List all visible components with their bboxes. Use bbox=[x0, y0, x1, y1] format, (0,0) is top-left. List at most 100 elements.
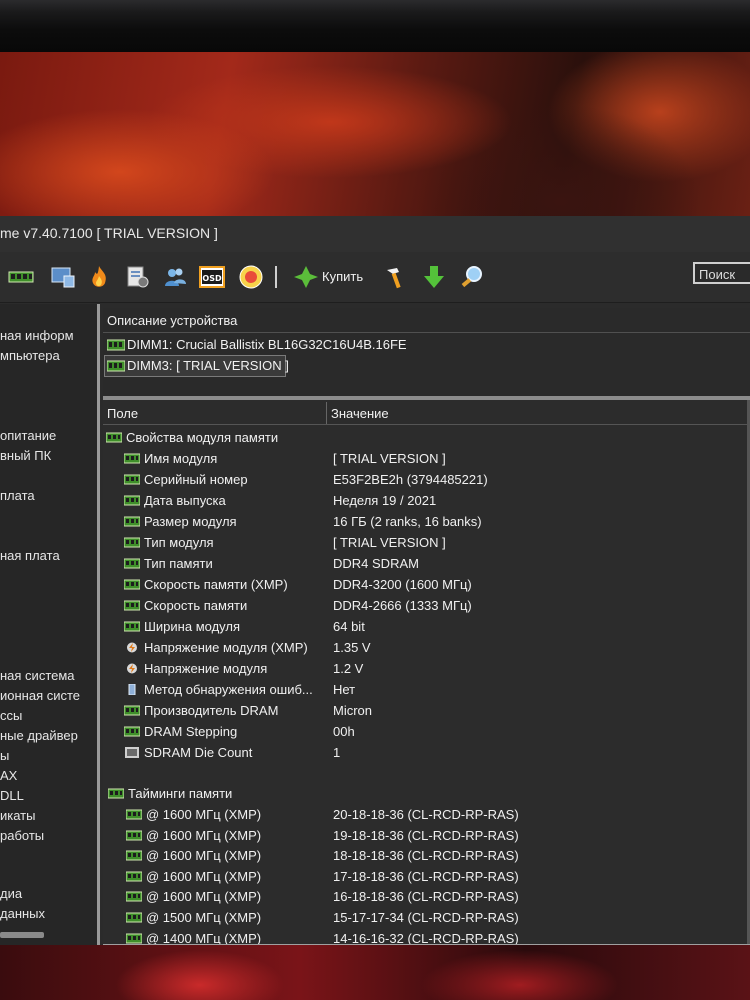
field-value: DDR4 SDRAM bbox=[333, 556, 419, 571]
nav-item[interactable]: ы bbox=[0, 748, 9, 763]
nav-item[interactable]: вный ПК bbox=[0, 448, 51, 463]
field-name: @ 1600 МГц (XMP) bbox=[146, 889, 262, 904]
table-row[interactable]: @ 1600 МГц (XMP) 17-18-18-36 (CL-RCD-RP-R… bbox=[126, 867, 745, 887]
memory-icon bbox=[126, 871, 142, 882]
field-value: DDR4-3200 (1600 МГц) bbox=[333, 577, 472, 592]
nav-item[interactable]: данных bbox=[0, 906, 45, 921]
search-icon[interactable] bbox=[459, 264, 485, 290]
voltage-icon bbox=[127, 663, 137, 674]
table-row[interactable]: Метод обнаружения ошиб... Нет bbox=[124, 680, 745, 700]
table-row[interactable]: DRAM Stepping 00h bbox=[124, 722, 745, 742]
field-name: DRAM Stepping bbox=[144, 724, 238, 739]
table-row[interactable]: Скорость памяти DDR4-2666 (1333 МГц) bbox=[124, 596, 745, 616]
field-value: 1.35 V bbox=[333, 640, 371, 655]
table-row[interactable]: @ 1500 МГц (XMP) 15-17-17-34 (CL-RCD-RP-R… bbox=[126, 908, 745, 928]
field-value: 17-18-18-36 (CL-RCD-RP-RAS) bbox=[333, 869, 519, 884]
field-name: Скорость памяти bbox=[144, 598, 248, 613]
download-icon[interactable] bbox=[421, 264, 447, 290]
osd-icon[interactable]: OSD bbox=[199, 264, 225, 290]
field-name: @ 1600 МГц (XMP) bbox=[146, 807, 262, 822]
nav-item[interactable]: икаты bbox=[0, 808, 35, 823]
column-header-field[interactable]: Поле bbox=[107, 406, 138, 421]
memory-icon[interactable] bbox=[8, 264, 34, 290]
field-value: 19-18-18-36 (CL-RCD-RP-RAS) bbox=[333, 828, 519, 843]
table-row[interactable]: Серийный номер E53F2BE2h (3794485221) bbox=[124, 470, 745, 490]
field-value: 15-17-17-34 (CL-RCD-RP-RAS) bbox=[333, 910, 519, 925]
table-row[interactable]: Тип памяти DDR4 SDRAM bbox=[124, 554, 745, 574]
desktop-wallpaper bbox=[0, 52, 750, 220]
field-value: 16-18-18-36 (CL-RCD-RP-RAS) bbox=[333, 889, 519, 904]
field-value: 64 bit bbox=[333, 619, 365, 634]
nav-item[interactable]: ная плата bbox=[0, 548, 60, 563]
field-name: Размер модуля bbox=[144, 514, 237, 529]
column-header-value[interactable]: Значение bbox=[331, 406, 389, 421]
field-value: Micron bbox=[333, 703, 373, 718]
nav-item[interactable]: ионная систе bbox=[0, 688, 80, 703]
table-row[interactable]: @ 1600 МГц (XMP) 18-18-18-36 (CL-RCD-RP-R… bbox=[126, 846, 745, 866]
nav-item[interactable]: мпьютера bbox=[0, 348, 60, 363]
nav-item[interactable]: работы bbox=[0, 828, 44, 843]
section-header-module-properties[interactable]: Свойства модуля памяти bbox=[106, 428, 745, 448]
svg-text:OSD: OSD bbox=[202, 274, 222, 283]
nav-item[interactable]: AX bbox=[0, 768, 17, 783]
table-row[interactable]: Производитель DRAM Micron bbox=[124, 701, 745, 721]
field-value: 1.2 V bbox=[333, 661, 364, 676]
column-divider[interactable] bbox=[326, 402, 327, 424]
nav-item[interactable]: опитание bbox=[0, 428, 56, 443]
nav-item[interactable]: плата bbox=[0, 488, 35, 503]
memory-icon bbox=[106, 432, 122, 443]
monitor-icon[interactable] bbox=[50, 264, 76, 290]
memory-icon bbox=[124, 516, 140, 527]
table-row[interactable]: SDRAM Die Count 1 bbox=[124, 743, 745, 763]
memory-icon bbox=[124, 558, 140, 569]
report-icon[interactable] bbox=[124, 264, 150, 290]
memory-icon bbox=[107, 360, 125, 372]
field-name: Дата выпуска bbox=[144, 493, 226, 508]
table-row[interactable]: Ширина модуля 64 bit bbox=[124, 617, 745, 637]
buy-icon[interactable] bbox=[293, 264, 319, 290]
tools-icon[interactable] bbox=[383, 264, 409, 290]
table-row[interactable]: Напряжение модуля (XMP) 1.35 V bbox=[124, 638, 745, 658]
memory-icon bbox=[124, 474, 140, 485]
memory-icon bbox=[126, 809, 142, 820]
memory-icon bbox=[126, 912, 142, 923]
field-name: Скорость памяти (XMP) bbox=[144, 577, 288, 592]
flame-icon[interactable] bbox=[86, 264, 112, 290]
memory-icon bbox=[124, 726, 140, 737]
device-panel-header: Описание устройства bbox=[103, 308, 750, 333]
nav-item[interactable]: диа bbox=[0, 886, 22, 901]
toolbar-separator bbox=[275, 266, 277, 288]
nav-item[interactable]: DLL bbox=[0, 788, 24, 803]
sensor-icon[interactable] bbox=[238, 264, 264, 290]
search-input[interactable]: Поиск bbox=[693, 262, 750, 284]
nav-item[interactable]: ная информ bbox=[0, 328, 74, 343]
table-row[interactable]: @ 1600 МГц (XMP) 16-18-18-36 (CL-RCD-RP-R… bbox=[126, 887, 745, 907]
field-name: Имя модуля bbox=[144, 451, 218, 466]
nav-item[interactable]: ная система bbox=[0, 668, 75, 683]
table-row[interactable]: Дата выпуска Неделя 19 / 2021 bbox=[124, 491, 745, 511]
table-row[interactable]: Имя модуля [ TRIAL VERSION ] bbox=[124, 449, 745, 469]
field-name: Тип памяти bbox=[144, 556, 213, 571]
field-name: Метод обнаружения ошиб... bbox=[144, 682, 313, 697]
section-header-timings[interactable]: Тайминги памяти bbox=[108, 784, 745, 804]
users-icon[interactable] bbox=[162, 264, 188, 290]
memory-icon bbox=[108, 788, 124, 799]
memory-icon bbox=[124, 705, 140, 716]
field-name: Тип модуля bbox=[144, 535, 214, 550]
device-item-selected[interactable]: DIMM3: [ TRIAL VERSION ] bbox=[104, 355, 289, 377]
table-row[interactable]: @ 1600 МГц (XMP) 20-18-18-36 (CL-RCD-RP-R… bbox=[126, 805, 745, 825]
device-item[interactable]: DIMM1: Crucial Ballistix BL16G32C16U4B.1… bbox=[105, 335, 745, 355]
buy-button[interactable]: Купить bbox=[322, 269, 363, 284]
table-row[interactable]: Скорость памяти (XMP) DDR4-3200 (1600 МГц… bbox=[124, 575, 745, 595]
table-row[interactable]: Размер модуля 16 ГБ (2 ranks, 16 banks) bbox=[124, 512, 745, 532]
table-row[interactable]: Тип модуля [ TRIAL VERSION ] bbox=[124, 533, 745, 553]
field-value: [ TRIAL VERSION ] bbox=[333, 451, 446, 466]
field-name: @ 1600 МГц (XMP) bbox=[146, 869, 262, 884]
table-row[interactable]: @ 1600 МГц (XMP) 19-18-18-36 (CL-RCD-RP-R… bbox=[126, 826, 745, 846]
field-name: Напряжение модуля (XMP) bbox=[144, 640, 308, 655]
nav-item[interactable]: ссы bbox=[0, 708, 22, 723]
table-row[interactable]: Напряжение модуля 1.2 V bbox=[124, 659, 745, 679]
nav-item[interactable]: ные драйвер bbox=[0, 728, 78, 743]
memory-icon bbox=[126, 891, 142, 902]
nav-scrollbar[interactable] bbox=[0, 932, 44, 938]
